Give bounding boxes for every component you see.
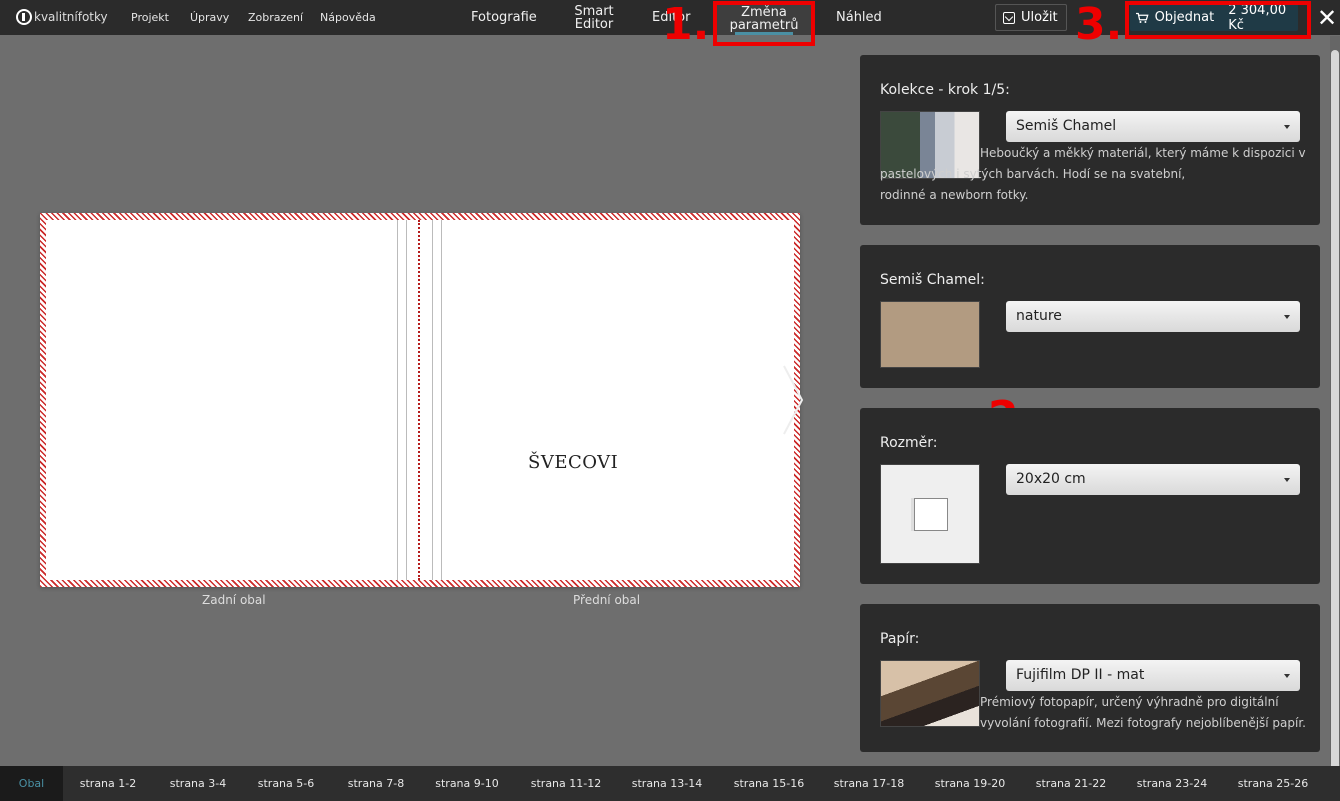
paper-select-value: Fujifilm DP II - mat <box>1016 667 1145 683</box>
page-tab[interactable]: strana 7-8 <box>338 766 414 801</box>
page-tab[interactable]: strana 15-16 <box>726 766 812 801</box>
paper-thumbnail <box>880 660 980 727</box>
size-select-value: 20x20 cm <box>1016 471 1086 487</box>
page-tab-cover[interactable]: Obal <box>0 766 63 801</box>
logo-icon <box>16 9 32 25</box>
page-tab[interactable]: strana 25-26 <box>1230 766 1316 801</box>
page-tab[interactable]: strana 1-2 <box>70 766 146 801</box>
page-tab[interactable]: strana 21-22 <box>1028 766 1114 801</box>
save-icon <box>1003 11 1015 24</box>
annotation-box-1 <box>713 1 815 46</box>
chevron-down-icon <box>1284 125 1290 129</box>
page-tab[interactable]: strana 19-20 <box>927 766 1013 801</box>
page-tab[interactable]: strana 13-14 <box>624 766 710 801</box>
tab-photos[interactable]: Fotografie <box>471 11 537 24</box>
page-tab[interactable]: strana 17-18 <box>826 766 912 801</box>
collection-description-line3: rodinné a newborn fotky. <box>880 188 1029 202</box>
next-page-arrow-icon[interactable] <box>780 364 806 436</box>
paper-select[interactable]: Fujifilm DP II - mat <box>1006 660 1300 691</box>
save-label: Uložit <box>1021 10 1058 25</box>
back-cover-caption: Zadní obal <box>202 593 266 607</box>
size-panel: Rozměr: 20x20 cm <box>860 408 1320 584</box>
size-title: Rozměr: <box>880 435 938 451</box>
tab-smart-editor[interactable]: Smart Editor <box>573 5 615 31</box>
page-tab[interactable]: strana 9-10 <box>426 766 508 801</box>
logo-text: kvalitnífotky <box>34 10 108 24</box>
collection-select[interactable]: Semiš Chamel <box>1006 111 1300 142</box>
menu-projekt[interactable]: Projekt <box>131 11 169 24</box>
spine-guide-line <box>397 220 398 580</box>
paper-panel: Papír: Fujifilm DP II - mat Prémiový fot… <box>860 604 1320 752</box>
chevron-down-icon <box>1284 315 1290 319</box>
spine-guide-line <box>406 220 407 580</box>
paper-title: Papír: <box>880 631 920 647</box>
material-select-value: nature <box>1016 308 1062 324</box>
material-color-select[interactable]: nature <box>1006 301 1300 332</box>
collection-description-line2: pastelových i sytých barvách. Hodí se na… <box>880 167 1186 181</box>
tab-preview[interactable]: Náhled <box>836 11 882 24</box>
size-select[interactable]: 20x20 cm <box>1006 464 1300 495</box>
annotation-number-1: 1. <box>662 0 710 50</box>
menu-napoveda[interactable]: Nápověda <box>320 11 376 24</box>
page-tab[interactable]: strana 23-24 <box>1129 766 1215 801</box>
material-swatch <box>880 301 980 368</box>
book-cover-spread[interactable] <box>40 213 800 587</box>
scrollbar-thumb[interactable] <box>1331 50 1339 790</box>
collection-description-line1: Heboučký a měkký materiál, který máme k … <box>980 146 1306 160</box>
material-title: Semiš Chamel: <box>880 272 985 288</box>
spine-guide-line <box>432 220 433 580</box>
save-button[interactable]: Uložit <box>995 4 1067 31</box>
chevron-down-icon <box>1284 478 1290 482</box>
material-panel: Semiš Chamel: nature <box>860 245 1320 388</box>
collection-panel: Kolekce - krok 1/5: Semiš Chamel Heboučk… <box>860 55 1320 225</box>
panel-scrollbar[interactable] <box>1330 36 1340 790</box>
app-logo[interactable]: kvalitnífotky <box>16 9 108 25</box>
tab-smart-editor-line2: Editor <box>574 17 614 32</box>
chevron-down-icon <box>1284 674 1290 678</box>
collection-select-value: Semiš Chamel <box>1016 118 1117 134</box>
size-thumbnail <box>880 464 980 564</box>
cover-canvas[interactable] <box>46 220 794 580</box>
collection-title: Kolekce - krok 1/5: <box>880 82 1010 98</box>
page-tab[interactable]: strana 11-12 <box>524 766 608 801</box>
spine-center-line <box>418 220 420 580</box>
annotation-box-3 <box>1125 1 1311 39</box>
book-size-icon <box>914 498 948 531</box>
paper-description-line2: vyvolání fotografií. Mezi fotografy nejo… <box>980 716 1306 730</box>
annotation-number-3: 3. <box>1075 0 1123 50</box>
cover-title-text[interactable]: ŠVECOVI <box>528 452 618 473</box>
spine-guide-line <box>441 220 442 580</box>
page-tab[interactable]: strana 5-6 <box>248 766 324 801</box>
page-tab[interactable]: strana 3-4 <box>160 766 236 801</box>
front-cover-caption: Přední obal <box>573 593 641 607</box>
page-tabs-bar: Obal strana 1-2 strana 3-4 strana 5-6 st… <box>0 766 1340 801</box>
menu-zobrazeni[interactable]: Zobrazení <box>248 11 303 24</box>
paper-description-line1: Prémiový fotopapír, určený výhradně pro … <box>980 695 1279 709</box>
menu-upravy[interactable]: Úpravy <box>190 11 229 24</box>
close-icon[interactable]: ✕ <box>1314 4 1340 32</box>
